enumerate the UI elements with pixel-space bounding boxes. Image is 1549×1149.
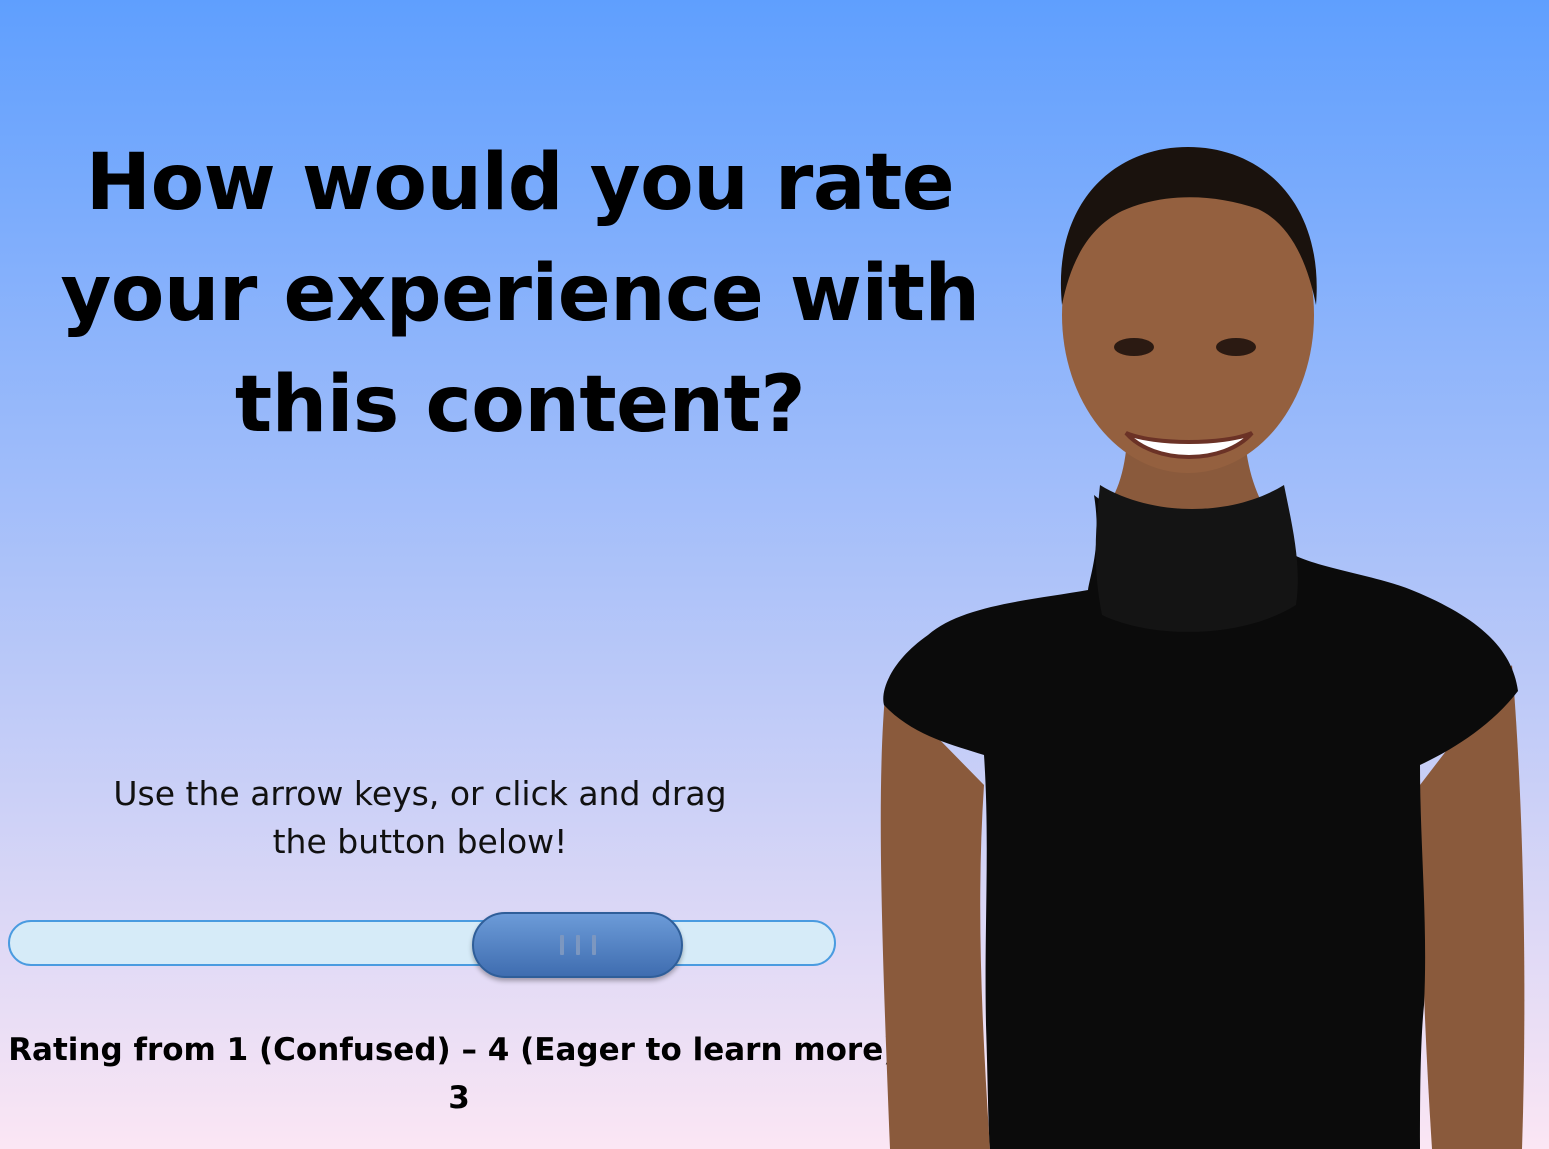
presenter-eye-right: [1216, 338, 1256, 356]
question-title: How would you rate your experience with …: [60, 138, 980, 450]
rating-scale-label: Rating from 1 (Confused) – 4 (Eager to l…: [8, 1032, 910, 1068]
survey-slide: How would you rate your experience with …: [0, 0, 1549, 1149]
rating-slider-thumb[interactable]: [472, 912, 683, 978]
grip-line-icon: [559, 935, 564, 955]
grip-line-icon: [575, 935, 580, 955]
presenter-woman-icon: [880, 147, 1525, 1149]
rating-slider-track[interactable]: [8, 920, 836, 966]
rating-readout: Rating from 1 (Confused) – 4 (Eager to l…: [0, 1026, 918, 1122]
rating-value: 3: [448, 1080, 470, 1116]
slider-instructions: Use the arrow keys, or click and drag th…: [113, 774, 727, 861]
grip-line-icon: [591, 935, 596, 955]
presenter-left-arm: [880, 685, 990, 1149]
presenter-eye-left: [1114, 338, 1154, 356]
